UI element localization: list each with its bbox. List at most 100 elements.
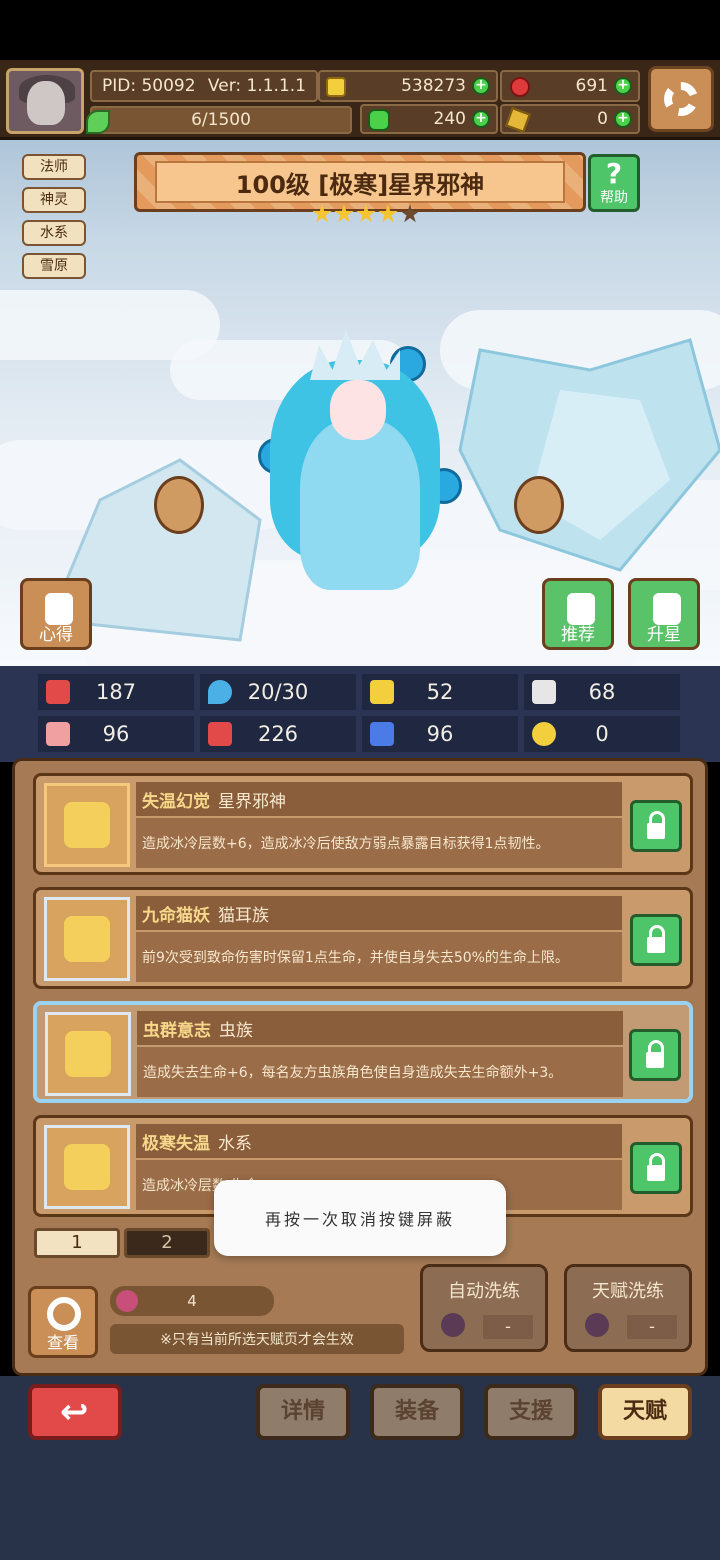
lock-button[interactable] <box>629 1029 681 1081</box>
tab-talent[interactable]: 天赋 <box>598 1384 692 1440</box>
talent-icon <box>44 897 130 981</box>
coin-panel: 538273 + <box>318 70 498 102</box>
page-tab-2[interactable]: 2 <box>124 1228 210 1258</box>
stat-attack: 96 <box>38 716 194 752</box>
back-button[interactable] <box>28 1384 122 1440</box>
talent-tag: 星界邪神 <box>218 791 286 812</box>
key-panel: 0 + <box>500 104 640 134</box>
talent-page-note: ※只有当前所选天赋页才会生效 <box>110 1324 404 1354</box>
talent-row[interactable]: 九命猫妖 猫耳族 前9次受到致命伤害时保留1点生命，并使自身失去50%的生命上限。 <box>33 887 693 989</box>
recommend-button[interactable]: 推荐 <box>542 578 614 650</box>
talent-icon <box>44 783 130 867</box>
gem-panel: 691 + <box>500 70 640 102</box>
talent-name: 九命猫妖 <box>142 905 210 926</box>
talent-row[interactable]: 虫群意志 虫族 造成失去生命+6，每名友方虫族角色使自身造成失去生命额外+3。 <box>33 1001 693 1103</box>
stat-cooldown: 0 <box>524 716 680 752</box>
pid-text: PID: 50092 <box>102 76 196 96</box>
potion-icon <box>116 1290 138 1312</box>
bug-icon <box>65 1031 111 1077</box>
star-icon <box>334 204 354 223</box>
toast-message: 再按一次取消按键屏蔽 <box>214 1180 506 1256</box>
clover-icon <box>368 109 390 131</box>
tag-race[interactable]: 神灵 <box>22 187 86 213</box>
version-text: Ver: 1.1.1.1 <box>207 76 306 96</box>
talent-row[interactable]: 失温幻觉 星界邪神 造成冰冷层数+6，造成冰冷后使敌方弱点暴露目标获得1点韧性。 <box>33 773 693 875</box>
settings-button[interactable] <box>648 66 714 132</box>
stat-magic: 226 <box>200 716 356 752</box>
add-gem-button[interactable]: + <box>614 77 632 95</box>
page-tab-1[interactable]: 1 <box>34 1228 120 1258</box>
view-button[interactable]: 查看 <box>28 1286 98 1358</box>
ice-crystal-right <box>458 338 720 572</box>
insight-label: 心得 <box>39 625 73 645</box>
star-up-label: 升星 <box>647 625 681 645</box>
leaf-icon <box>86 110 110 134</box>
gem-value: 691 <box>575 76 608 96</box>
tab-details[interactable]: 详情 <box>256 1384 350 1440</box>
star-rating <box>312 204 420 224</box>
star-icon <box>356 204 376 223</box>
lock-button[interactable] <box>630 914 682 966</box>
auto-wash-button[interactable]: 自动洗练 - <box>420 1264 548 1352</box>
star-empty-icon <box>400 204 420 223</box>
auto-wash-cost: - <box>483 1315 533 1339</box>
heart-icon <box>46 680 70 704</box>
talent-wash-button[interactable]: 天赋洗练 - <box>564 1264 692 1352</box>
add-coin-button[interactable]: + <box>472 77 490 95</box>
tag-class[interactable]: 法师 <box>22 154 86 180</box>
talent-icon <box>45 1012 131 1096</box>
talent-tag: 猫耳族 <box>218 905 269 926</box>
auto-wash-label: 自动洗练 <box>448 1281 520 1302</box>
view-label: 查看 <box>46 1333 79 1352</box>
stat-speed: 68 <box>524 674 680 710</box>
hero-title: 100级 [极寒]星界邪神 <box>155 161 565 203</box>
recommend-label: 推荐 <box>561 625 595 645</box>
shield-icon <box>370 680 394 704</box>
lock-button[interactable] <box>630 800 682 852</box>
gear-icon <box>664 82 698 116</box>
talent-desc: 前9次受到致命伤害时保留1点生命，并使自身失去50%的生命上限。 <box>136 932 622 982</box>
magnifier-icon <box>47 1297 81 1331</box>
stat-defense: 52 <box>362 674 518 710</box>
potion-count: 4 <box>187 1292 197 1310</box>
avatar[interactable] <box>6 68 84 134</box>
talent-name: 极寒失温 <box>142 1133 210 1154</box>
potion-counter: 4 <box>110 1286 274 1316</box>
potion-icon <box>585 1313 609 1337</box>
lock-button[interactable] <box>630 1142 682 1194</box>
hero-title-banner: 100级 [极寒]星界邪神 <box>134 152 586 212</box>
cat-icon <box>64 916 110 962</box>
stat-hp: 187 <box>38 674 194 710</box>
add-clover-button[interactable]: + <box>472 110 490 128</box>
talent-desc: 造成失去生命+6，每名友方虫族角色使自身造成失去生命额外+3。 <box>137 1047 623 1097</box>
clover-value: 240 <box>433 109 466 129</box>
tag-terrain[interactable]: 雪原 <box>22 253 86 279</box>
star-icon <box>312 204 332 223</box>
star-up-button[interactable]: 升星 <box>628 578 700 650</box>
next-hero-button[interactable] <box>514 476 564 534</box>
tab-equipment[interactable]: 装备 <box>370 1384 464 1440</box>
scroll-icon <box>370 722 394 746</box>
star-icon <box>64 802 110 848</box>
help-label: 帮助 <box>600 190 628 206</box>
help-button[interactable]: ? 帮助 <box>588 154 640 212</box>
talent-wash-cost: - <box>627 1315 677 1339</box>
talent-tag: 虫族 <box>219 1020 253 1041</box>
talent-name: 失温幻觉 <box>142 791 210 812</box>
water-drop-icon <box>64 1144 110 1190</box>
fist-icon <box>46 722 70 746</box>
key-value: 0 <box>597 109 608 129</box>
clover-panel: 240 + <box>360 104 498 134</box>
stat-skill: 96 <box>362 716 518 752</box>
coin-value: 538273 <box>401 76 466 96</box>
player-id-panel: PID: 50092 Ver: 1.1.1.1 <box>90 70 318 102</box>
star-icon <box>378 204 398 223</box>
tab-support[interactable]: 支援 <box>484 1384 578 1440</box>
potion-icon <box>441 1313 465 1337</box>
tag-element[interactable]: 水系 <box>22 220 86 246</box>
talent-desc: 造成冰冷层数+6，造成冰冷后使敌方弱点暴露目标获得1点韧性。 <box>136 818 622 868</box>
wing-icon <box>532 680 556 704</box>
prev-hero-button[interactable] <box>154 476 204 534</box>
insight-button[interactable]: 心得 <box>20 578 92 650</box>
add-key-button[interactable]: + <box>614 110 632 128</box>
